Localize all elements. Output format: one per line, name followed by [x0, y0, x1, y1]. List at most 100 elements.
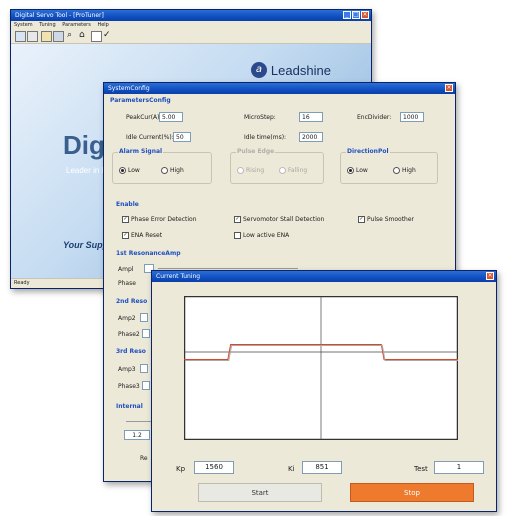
- tuning-close-button[interactable]: ×: [486, 272, 494, 280]
- maximize-button[interactable]: □: [352, 11, 360, 19]
- config-close-button[interactable]: ×: [445, 84, 453, 92]
- phase-error-label: Phase Error Detection: [131, 216, 197, 223]
- pulse-rising-label: Rising: [246, 167, 265, 174]
- disconnect-icon[interactable]: [27, 31, 38, 42]
- low-active-ena-check-icon: [234, 232, 241, 239]
- start-button[interactable]: Start: [198, 483, 322, 502]
- enc-divider-label: EncDivider:: [357, 114, 392, 121]
- phase3-label: Phase3: [118, 383, 140, 390]
- ampl2-input[interactable]: [140, 313, 148, 322]
- leadshine-logo-icon: a: [251, 62, 267, 78]
- direction-high-label: High: [402, 167, 416, 174]
- monitor-icon[interactable]: [91, 31, 102, 42]
- tuning-titlebar[interactable]: Current Tuning ×: [152, 271, 496, 282]
- stop-button[interactable]: Stop: [350, 483, 474, 502]
- internal-section-title: Internal: [116, 403, 143, 410]
- test-input[interactable]: 1: [434, 461, 484, 474]
- phase-error-checkbox[interactable]: ✓ Phase Error Detection: [122, 216, 197, 223]
- check-icon[interactable]: ✓: [103, 30, 111, 40]
- stall-detection-label: Servomotor Stall Detection: [243, 216, 325, 223]
- test-label: Test: [414, 465, 428, 473]
- idle-current-input[interactable]: 50: [173, 132, 191, 142]
- enable-section-title: Enable: [116, 201, 139, 208]
- menu-help[interactable]: Help: [97, 22, 108, 28]
- direction-low-label: Low: [356, 167, 368, 174]
- config-titlebar[interactable]: SystemConfig ×: [104, 83, 455, 94]
- pulse-rising-radio[interactable]: Rising: [237, 167, 264, 174]
- alarm-low-radio[interactable]: Low: [119, 167, 140, 174]
- pulse-smoother-check-icon: ✓: [358, 216, 365, 223]
- ampl3-label: Amp3: [118, 366, 136, 373]
- ena-reset-checkbox[interactable]: ✓ ENA Reset: [122, 232, 162, 239]
- home-icon[interactable]: ⌂: [79, 30, 85, 40]
- brand-name: Leadshine: [270, 62, 331, 78]
- ampl3-input[interactable]: [140, 364, 148, 373]
- pulse-falling-radio-icon: [279, 167, 286, 174]
- tuning-window-title: Current Tuning: [156, 273, 201, 280]
- menu-parameters[interactable]: Parameters: [62, 22, 91, 28]
- tuning-chart: [184, 296, 458, 440]
- status-text: Ready: [14, 280, 30, 286]
- direction-high-radio[interactable]: High: [393, 167, 416, 174]
- main-titlebar[interactable]: Digital Servo Tool - [ProTuner] _ □ ×: [11, 10, 371, 21]
- phase2-input[interactable]: [142, 329, 150, 338]
- slogan-text: Your Supp: [63, 240, 109, 250]
- pulse-falling-radio[interactable]: Falling: [279, 167, 307, 174]
- kp-label: Kp: [176, 465, 186, 473]
- ki-label: Ki: [288, 465, 295, 473]
- peak-current-input[interactable]: 5.00: [159, 112, 183, 122]
- ampl2-label: Amp2: [118, 315, 136, 322]
- idle-time-label: Idle time(ms):: [244, 134, 287, 141]
- kp-input[interactable]: 1560: [194, 461, 234, 474]
- menu-system[interactable]: System: [14, 22, 33, 28]
- enc-divider-input[interactable]: 1000: [400, 112, 424, 122]
- direction-group-title: DirectionPol: [346, 148, 390, 155]
- close-button[interactable]: ×: [361, 11, 369, 19]
- direction-low-radio-icon: [347, 167, 354, 174]
- ena-reset-label: ENA Reset: [131, 232, 163, 239]
- pulse-edge-group: Pulse Edge Rising Falling: [230, 148, 324, 184]
- third-resonance-title: 3rd Reso: [116, 348, 146, 355]
- main-window-title: Digital Servo Tool - [ProTuner]: [15, 12, 104, 19]
- second-resonance-title: 2nd Reso: [116, 298, 148, 305]
- micro-step-label: MicroStep:: [244, 114, 276, 121]
- alarm-high-radio-icon: [161, 167, 168, 174]
- current-tuning-window: Current Tuning × Kp 1560 Ki 851 Test 1 S…: [151, 270, 497, 512]
- stall-detection-checkbox[interactable]: ✓ Servomotor Stall Detection: [234, 216, 324, 223]
- phase1-label: Phase: [118, 280, 136, 287]
- direction-pol-group: DirectionPol Low High: [340, 148, 438, 184]
- params-section-title: ParametersConfig: [110, 97, 171, 104]
- ena-reset-check-icon: ✓: [122, 232, 129, 239]
- phase3-input[interactable]: [142, 381, 150, 390]
- direction-high-radio-icon: [393, 167, 400, 174]
- pulse-smoother-checkbox[interactable]: ✓ Pulse Smoother: [358, 216, 414, 223]
- ki-input[interactable]: 851: [302, 461, 342, 474]
- low-active-ena-checkbox[interactable]: Low active ENA: [234, 232, 289, 239]
- internal-input[interactable]: 1.2: [124, 430, 150, 440]
- ampl1-slider[interactable]: [158, 268, 298, 269]
- toolbar: ⌕ ⌂ ✓: [11, 29, 371, 44]
- config-window-title: SystemConfig: [108, 85, 150, 92]
- alarm-group-title: Alarm Signal: [118, 148, 164, 155]
- open-icon[interactable]: [41, 31, 52, 42]
- stall-detection-check-icon: ✓: [234, 216, 241, 223]
- tuning-icon[interactable]: ⌕: [67, 30, 72, 40]
- idle-time-input[interactable]: 2000: [299, 132, 323, 142]
- connect-icon[interactable]: [15, 31, 26, 42]
- pulse-smoother-label: Pulse Smoother: [367, 216, 415, 223]
- alarm-low-label: Low: [128, 167, 140, 174]
- brand-logo: a Leadshine: [251, 62, 331, 78]
- idle-current-label: Idle Current(%):: [126, 134, 174, 141]
- alarm-high-radio[interactable]: High: [161, 167, 184, 174]
- ampl1-label: Ampl: [118, 266, 134, 273]
- peak-current-label: PeakCur(A):: [126, 114, 162, 121]
- phase2-label: Phase2: [118, 331, 140, 338]
- alarm-signal-group: Alarm Signal Low High: [112, 148, 212, 184]
- phase-error-check-icon: ✓: [122, 216, 129, 223]
- save-icon[interactable]: [53, 31, 64, 42]
- menu-tuning[interactable]: Tuning: [39, 22, 55, 28]
- direction-low-radio[interactable]: Low: [347, 167, 368, 174]
- alarm-high-label: High: [170, 167, 184, 174]
- micro-step-input[interactable]: 16: [299, 112, 323, 122]
- minimize-button[interactable]: _: [343, 11, 351, 19]
